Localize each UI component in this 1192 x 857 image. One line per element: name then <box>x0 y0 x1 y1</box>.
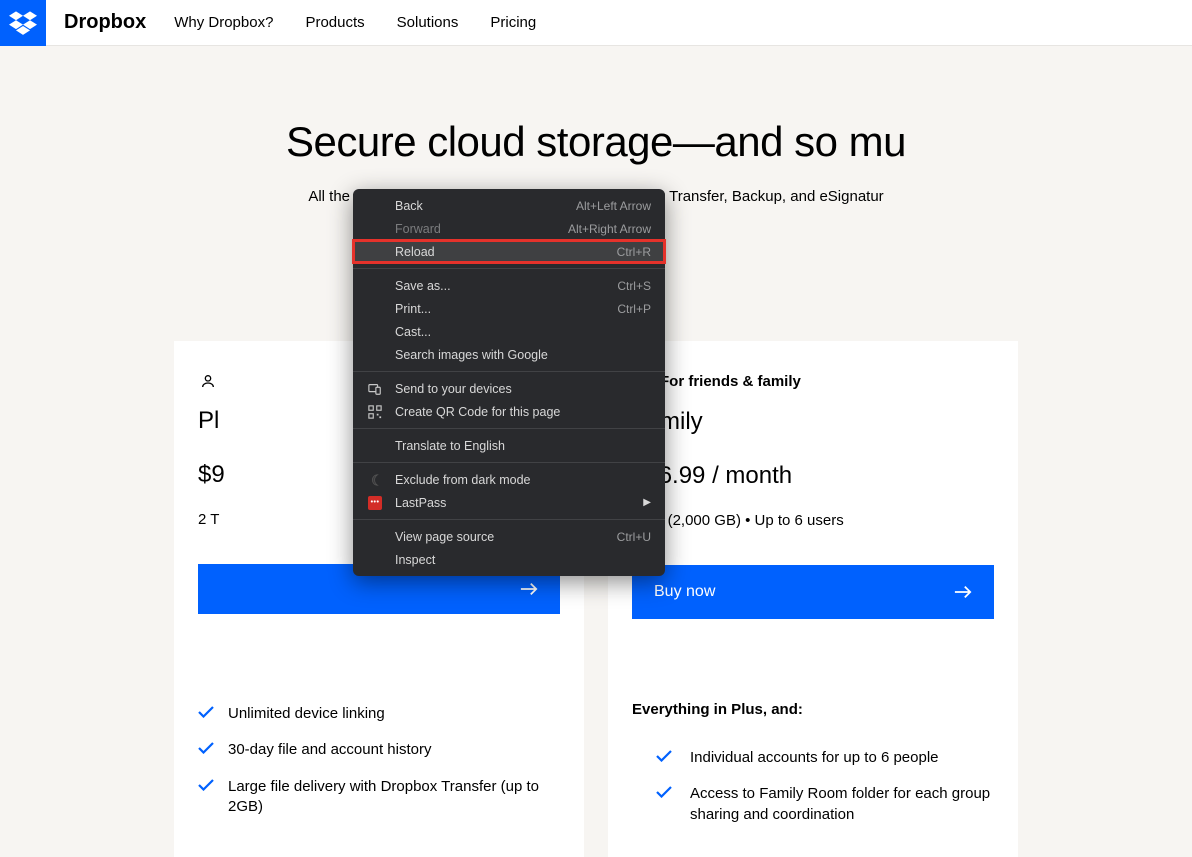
main-nav: Why Dropbox? Products Solutions Pricing <box>174 14 536 31</box>
check-icon <box>198 706 214 718</box>
qr-icon <box>367 404 383 420</box>
dropbox-icon <box>9 11 37 35</box>
check-icon <box>656 786 672 798</box>
brand-name[interactable]: Dropbox <box>64 11 146 34</box>
hero: Secure cloud storage—and so mu All the e… <box>0 46 1192 205</box>
ctx-separator <box>353 519 665 520</box>
ctx-print[interactable]: Print...Ctrl+P <box>353 297 665 320</box>
features-heading-family: Everything in Plus, and: <box>632 701 994 718</box>
check-icon <box>198 779 214 791</box>
feature-list-plus: Unlimited device linking 30-day file and… <box>198 696 560 825</box>
hero-title: Secure cloud storage—and so mu <box>0 118 1192 166</box>
person-icon <box>198 373 218 389</box>
ctx-reload[interactable]: ReloadCtrl+R <box>353 240 665 263</box>
ctx-separator <box>353 371 665 372</box>
ctx-view-source[interactable]: View page sourceCtrl+U <box>353 525 665 548</box>
feature-item: Unlimited device linking <box>198 696 560 732</box>
ctx-separator <box>353 268 665 269</box>
plan-name-family: Family <box>632 408 994 436</box>
ctx-separator <box>353 428 665 429</box>
dropbox-logo[interactable] <box>0 0 46 46</box>
ctx-qr-code[interactable]: Create QR Code for this page <box>353 400 665 423</box>
ctx-forward: ForwardAlt+Right Arrow <box>353 217 665 240</box>
ctx-lastpass[interactable]: •••LastPass▶ <box>353 491 665 514</box>
lastpass-icon: ••• <box>367 495 383 511</box>
ctx-inspect[interactable]: Inspect <box>353 548 665 571</box>
devices-icon <box>367 381 383 397</box>
feature-item: Large file delivery with Dropbox Transfe… <box>198 769 560 826</box>
ctx-exclude-dark[interactable]: Exclude from dark mode <box>353 468 665 491</box>
ctx-separator <box>353 462 665 463</box>
nav-products[interactable]: Products <box>305 14 364 31</box>
ctx-translate[interactable]: Translate to English <box>353 434 665 457</box>
plan-meta-family: 2 TB (2,000 GB) • Up to 6 users <box>632 512 994 529</box>
nav-why-dropbox[interactable]: Why Dropbox? <box>174 14 273 31</box>
buy-button-family[interactable]: Buy now <box>632 565 994 619</box>
plan-card-family: For friends & family Family $16.99 / mon… <box>608 341 1018 857</box>
ctx-search-images[interactable]: Search images with Google <box>353 343 665 366</box>
plan-tag-family: For friends & family <box>632 373 994 390</box>
nav-pricing[interactable]: Pricing <box>490 14 536 31</box>
feature-item: Individual accounts for up to 6 people <box>656 740 994 776</box>
plan-price-family: $16.99 / month <box>632 462 994 490</box>
moon-icon <box>367 472 383 488</box>
ctx-cast[interactable]: Cast... <box>353 320 665 343</box>
ctx-save-as[interactable]: Save as...Ctrl+S <box>353 274 665 297</box>
feature-item: 30-day file and account history <box>198 732 560 768</box>
browser-context-menu: BackAlt+Left Arrow ForwardAlt+Right Arro… <box>353 189 665 576</box>
header: Dropbox Why Dropbox? Products Solutions … <box>0 0 1192 46</box>
check-icon <box>198 742 214 754</box>
arrow-right-icon <box>520 582 538 596</box>
check-icon <box>656 750 672 762</box>
nav-solutions[interactable]: Solutions <box>397 14 459 31</box>
chevron-right-icon: ▶ <box>643 497 651 508</box>
feature-list-family: Individual accounts for up to 6 people A… <box>656 740 994 833</box>
ctx-send-devices[interactable]: Send to your devices <box>353 377 665 400</box>
arrow-right-icon <box>954 585 972 599</box>
feature-item: Access to Family Room folder for each gr… <box>656 776 994 833</box>
ctx-back[interactable]: BackAlt+Left Arrow <box>353 194 665 217</box>
